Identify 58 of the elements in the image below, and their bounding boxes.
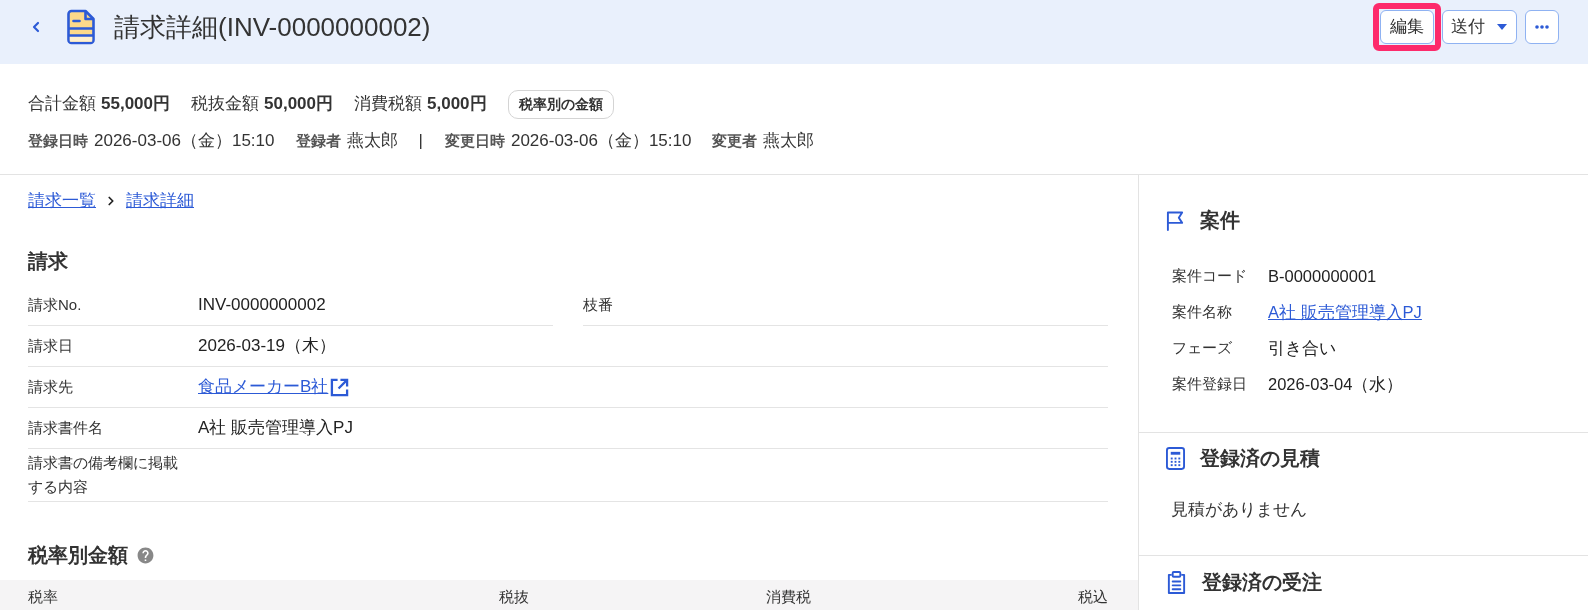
help-icon[interactable] xyxy=(136,545,155,565)
breadcrumb-link[interactable]: 請求詳細 xyxy=(126,188,194,214)
field-label: 請求書の備考欄に掲載する内容 xyxy=(28,453,178,497)
meta-label: 変更日時 xyxy=(444,130,505,151)
caret-down-icon xyxy=(1497,24,1507,30)
section-title: 税率別金額 xyxy=(28,543,128,568)
amount-value: 55,000円 xyxy=(101,93,170,116)
field-label: 請求No. xyxy=(28,295,82,315)
field-value: A社 販売管理導入PJ xyxy=(198,417,353,440)
column-header: 税抜 xyxy=(499,586,529,607)
meta-value: 2026-03-06（金）15:10 xyxy=(94,130,275,153)
send-dropdown-button[interactable]: 送付 xyxy=(1442,10,1517,44)
amount-value: 5,000円 xyxy=(427,93,487,116)
section-title: 請求 xyxy=(28,249,68,274)
amount-label: 消費税額 xyxy=(354,93,422,116)
field-label: 案件登録日 xyxy=(1172,373,1247,394)
empty-message: 見積がありません xyxy=(1171,499,1307,521)
document-icon xyxy=(66,9,96,45)
separator: | xyxy=(418,130,423,153)
meta-value: 燕太郎 xyxy=(346,130,398,153)
field-value: 引き合い xyxy=(1268,337,1336,359)
panel-title: 案件 xyxy=(1200,208,1240,233)
calculator-icon xyxy=(1166,446,1185,470)
field-value: INV-0000000002 xyxy=(198,294,326,317)
meta-value: 燕太郎 xyxy=(763,130,815,153)
amount-label: 税抜金額 xyxy=(191,93,259,116)
page-title: 請求詳細(INV-0000000002) xyxy=(114,11,431,43)
project-link[interactable]: A社 販売管理導入PJ xyxy=(1268,299,1422,325)
column-header: 税率 xyxy=(28,586,58,607)
panel-title: 登録済の受注 xyxy=(1202,570,1322,595)
external-link-icon[interactable] xyxy=(330,377,350,397)
more-icon xyxy=(1535,25,1549,29)
more-button[interactable] xyxy=(1525,10,1559,44)
breadcrumb-link[interactable]: 請求一覧 xyxy=(28,188,96,214)
field-label: 請求日 xyxy=(28,336,73,356)
customer-link[interactable]: 食品メーカーB社 xyxy=(198,374,329,400)
meta-value: 2026-03-06（金）15:10 xyxy=(510,130,692,153)
field-label: 案件名称 xyxy=(1172,301,1232,322)
field-value: 2026-03-04（水） xyxy=(1268,373,1404,395)
meta-label: 登録日時 xyxy=(28,130,88,151)
field-label: フェーズ xyxy=(1172,337,1232,358)
field-value: 2026-03-19（木） xyxy=(198,335,336,358)
clipboard-icon xyxy=(1166,570,1187,594)
field-value: B-0000000001 xyxy=(1268,265,1377,287)
flag-icon xyxy=(1166,209,1185,231)
field-label: 請求書件名 xyxy=(28,418,103,438)
edit-button[interactable]: 編集 xyxy=(1380,10,1434,44)
tax-breakdown-button[interactable]: 税率別の金額 xyxy=(507,89,614,119)
column-header: 消費税 xyxy=(766,586,811,607)
amount-label: 合計金額 xyxy=(28,93,96,116)
amount-value: 50,000円 xyxy=(264,93,333,116)
field-label: 枝番 xyxy=(583,295,613,315)
field-label: 請求先 xyxy=(28,377,73,397)
meta-label: 登録者 xyxy=(295,130,341,151)
panel-title: 登録済の見積 xyxy=(1200,446,1320,471)
field-label: 案件コード xyxy=(1172,265,1247,286)
column-header: 税込 xyxy=(1078,586,1108,607)
meta-label: 変更者 xyxy=(712,130,758,151)
